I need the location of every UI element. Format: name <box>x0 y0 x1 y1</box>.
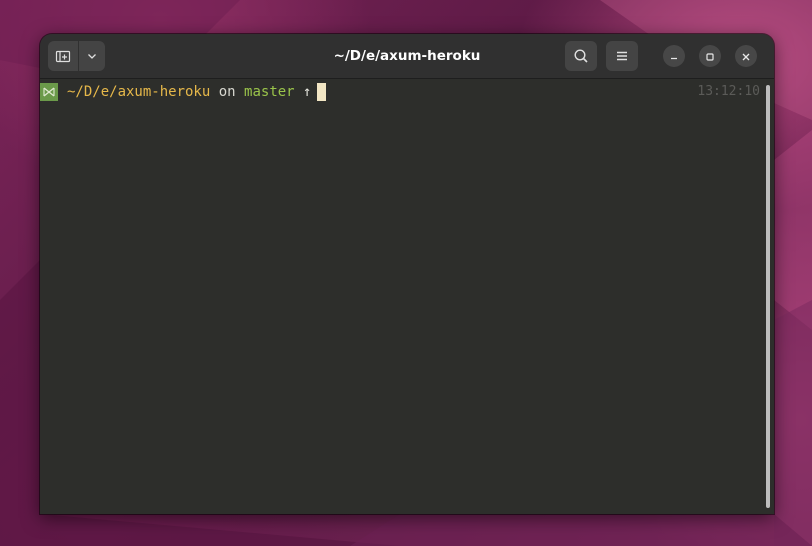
search-icon <box>573 48 589 64</box>
terminal-window: ~/D/e/axum-heroku ~/D/e/axum-heroku on m… <box>40 34 774 514</box>
search-button[interactable] <box>565 41 597 71</box>
success-cross-icon <box>40 83 58 101</box>
git-ahead-indicator: ↑ <box>303 84 312 100</box>
text-cursor <box>317 83 327 101</box>
headerbar: ~/D/e/axum-heroku <box>40 34 774 79</box>
close-icon <box>741 47 751 66</box>
main-menu-button[interactable] <box>606 41 638 71</box>
current-directory: ~/D/e/axum-heroku <box>67 84 211 100</box>
git-branch: master <box>244 84 295 100</box>
tab-menu-button[interactable] <box>79 41 105 71</box>
prompt-line: ~/D/e/axum-heroku on master ↑ <box>40 82 327 102</box>
scrollbar[interactable] <box>766 85 770 508</box>
minimize-icon <box>669 47 679 66</box>
window-title: ~/D/e/axum-heroku <box>333 48 481 64</box>
prompt-clock: 13:12:10 <box>697 84 760 99</box>
close-button[interactable] <box>735 45 757 67</box>
new-tab-button[interactable] <box>48 41 78 71</box>
new-tab-icon <box>55 48 71 64</box>
prompt-on-word: on <box>218 84 236 100</box>
hamburger-menu-icon <box>615 49 629 63</box>
chevron-down-icon <box>86 50 98 62</box>
maximize-button[interactable] <box>699 45 721 67</box>
maximize-icon <box>705 47 715 66</box>
terminal-area[interactable]: ~/D/e/axum-heroku on master ↑ 13:12:10 <box>40 79 774 514</box>
minimize-button[interactable] <box>663 45 685 67</box>
